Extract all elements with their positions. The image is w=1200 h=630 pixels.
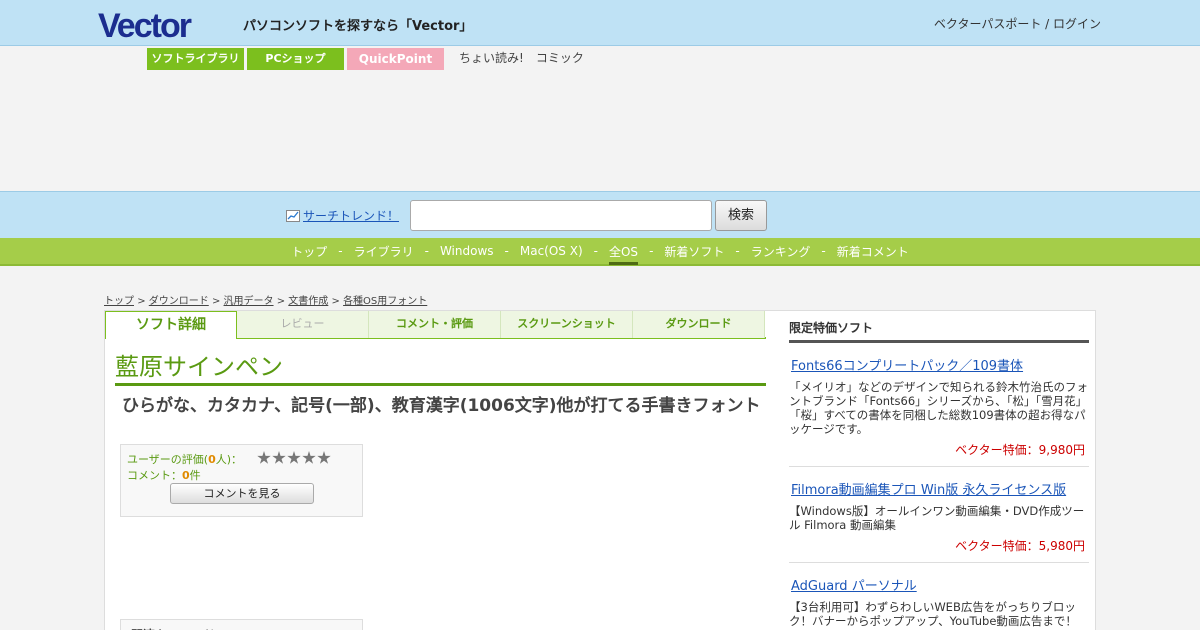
view-comments-button[interactable]: コメントを見る	[170, 483, 314, 504]
category-nav: トップ - ライブラリ - Windows - Mac(OS X) - 全OS …	[0, 238, 1200, 266]
breadcrumb-item[interactable]: ダウンロード	[149, 296, 209, 307]
offer-description: 【3台利用可】わずらわしいWEB広告をがっちりブロック！バナーからポップアップ、…	[789, 600, 1077, 628]
offer-description: 【Windows版】オールインワン動画編集・DVD作成ツール Filmora 動…	[789, 504, 1085, 532]
title-divider	[115, 383, 766, 386]
main-content: ソフト詳細 レビュー コメント・評価 スクリーンショット ダウンロード 藍原サイ…	[104, 310, 1096, 630]
comment-suffix: 件	[189, 469, 201, 482]
related-keywords: 関連キーワード	[120, 619, 363, 630]
tab-review[interactable]: レビュー	[237, 311, 369, 338]
rating-stars	[257, 451, 332, 465]
offer-price: ベクター特価：9,980円	[955, 443, 1085, 457]
rating-count: 0	[208, 453, 216, 466]
nav-separator: -	[735, 244, 740, 258]
breadcrumb-separator: >	[211, 296, 221, 307]
rating-box: ユーザーの評価(0人)： コメント：0件 コメントを見る	[120, 444, 363, 517]
offer-item: Fonts66コンプリートパック／109書体 「メイリオ」などのデザインで知られ…	[789, 343, 1089, 467]
user-rating-label: ユーザーの評価(0人)：	[127, 451, 242, 467]
special-offers-heading: 限定特価ソフト	[789, 319, 1089, 343]
search-bar: サーチトレンド！ 検索	[0, 191, 1200, 238]
nav-library[interactable]: ライブラリ	[354, 243, 414, 260]
breadcrumb-separator: >	[137, 296, 146, 307]
nav-windows[interactable]: Windows	[440, 244, 494, 258]
rating-prefix: ユーザーの評価(	[127, 453, 209, 466]
comment-count: 0	[182, 469, 190, 482]
link-comic[interactable]: コミック	[536, 48, 584, 70]
nav-all-os[interactable]: 全OS	[608, 243, 639, 265]
software-subtitle: ひらがな、カタカナ、記号(一部)、教育漢字(1006文字)他が打てる手書きフォン…	[122, 396, 761, 416]
search-trend-label[interactable]: サーチトレンド！	[303, 207, 399, 224]
search-trend-link[interactable]: サーチトレンド！	[286, 207, 399, 224]
nav-separator: -	[504, 244, 509, 258]
breadcrumb-item[interactable]: 汎用データ	[224, 296, 274, 307]
tab-soft-library[interactable]: ソフトライブラリ	[147, 48, 244, 70]
tab-download[interactable]: ダウンロード	[633, 311, 765, 338]
site-header: Vector パソコンソフトを探すなら「Vector」 ベクターパスポート / …	[0, 0, 1200, 46]
nav-separator: -	[593, 244, 598, 258]
nav-separator: -	[338, 244, 343, 258]
breadcrumb-item[interactable]: 文書作成	[288, 296, 328, 307]
tab-quickpoint[interactable]: QuickPoint	[347, 48, 444, 70]
star-icon	[287, 451, 301, 464]
detail-tabs: ソフト詳細 レビュー コメント・評価 スクリーンショット ダウンロード	[105, 311, 766, 339]
nav-new-comments[interactable]: 新着コメント	[837, 243, 909, 260]
offer-title-link[interactable]: AdGuard パーソナル	[791, 575, 1089, 594]
search-input[interactable]	[410, 200, 712, 231]
offer-title-link[interactable]: Fonts66コンプリートパック／109書体	[791, 355, 1089, 374]
chart-icon	[286, 209, 300, 222]
breadcrumb-item[interactable]: トップ	[104, 296, 134, 307]
tab-soft-detail[interactable]: ソフト詳細	[105, 311, 237, 339]
star-icon	[317, 451, 331, 464]
breadcrumb: トップ > ダウンロード > 汎用データ > 文書作成 > 各種OS用フォント	[104, 292, 427, 307]
offer-price: ベクター特価：5,980円	[955, 539, 1085, 553]
nav-separator: -	[821, 244, 826, 258]
offer-title-link[interactable]: Filmora動画編集プロ Win版 永久ライセンス版	[791, 479, 1089, 498]
tab-screenshot[interactable]: スクリーンショット	[501, 311, 633, 338]
breadcrumb-separator: >	[276, 296, 286, 307]
login-link[interactable]: ベクターパスポート / ログイン	[934, 15, 1101, 32]
tab-pc-shop[interactable]: PCショップ	[247, 48, 344, 70]
tab-comments[interactable]: コメント・評価	[369, 311, 501, 338]
breadcrumb-separator: >	[331, 296, 340, 307]
star-icon	[302, 451, 316, 464]
star-icon	[257, 451, 271, 464]
offer-item: Filmora動画編集プロ Win版 永久ライセンス版 【Windows版】オー…	[789, 467, 1089, 563]
svg-text:Vector: Vector	[98, 8, 192, 40]
search-button[interactable]: 検索	[715, 200, 767, 231]
service-tabs: ソフトライブラリ PCショップ QuickPoint ちょい読み! コミック	[147, 48, 584, 70]
nav-ranking[interactable]: ランキング	[751, 243, 811, 260]
site-tagline: パソコンソフトを探すなら「Vector」	[243, 19, 473, 34]
nav-separator: -	[424, 244, 429, 258]
offer-item: AdGuard パーソナル 【3台利用可】わずらわしいWEB広告をがっちりブロッ…	[789, 563, 1089, 630]
link-choi-yomi[interactable]: ちょい読み!	[459, 48, 524, 70]
nav-separator: -	[649, 244, 654, 258]
comment-count-label: コメント：0件	[127, 467, 201, 483]
breadcrumb-item[interactable]: 各種OS用フォント	[343, 296, 427, 307]
nav-top[interactable]: トップ	[291, 243, 327, 260]
special-offers: 限定特価ソフト Fonts66コンプリートパック／109書体 「メイリオ」などの…	[789, 319, 1089, 630]
software-title: 藍原サインペン	[115, 353, 283, 381]
comment-prefix: コメント：	[127, 469, 182, 482]
nav-new-soft[interactable]: 新着ソフト	[664, 243, 724, 260]
offer-description: 「メイリオ」などのデザインで知られる鈴木竹治氏のフォントブランド「Fonts66…	[789, 380, 1088, 436]
nav-mac[interactable]: Mac(OS X)	[520, 244, 583, 258]
vector-logo[interactable]: Vector	[98, 8, 226, 40]
rating-suffix: 人)：	[215, 453, 243, 466]
star-icon	[272, 451, 286, 464]
